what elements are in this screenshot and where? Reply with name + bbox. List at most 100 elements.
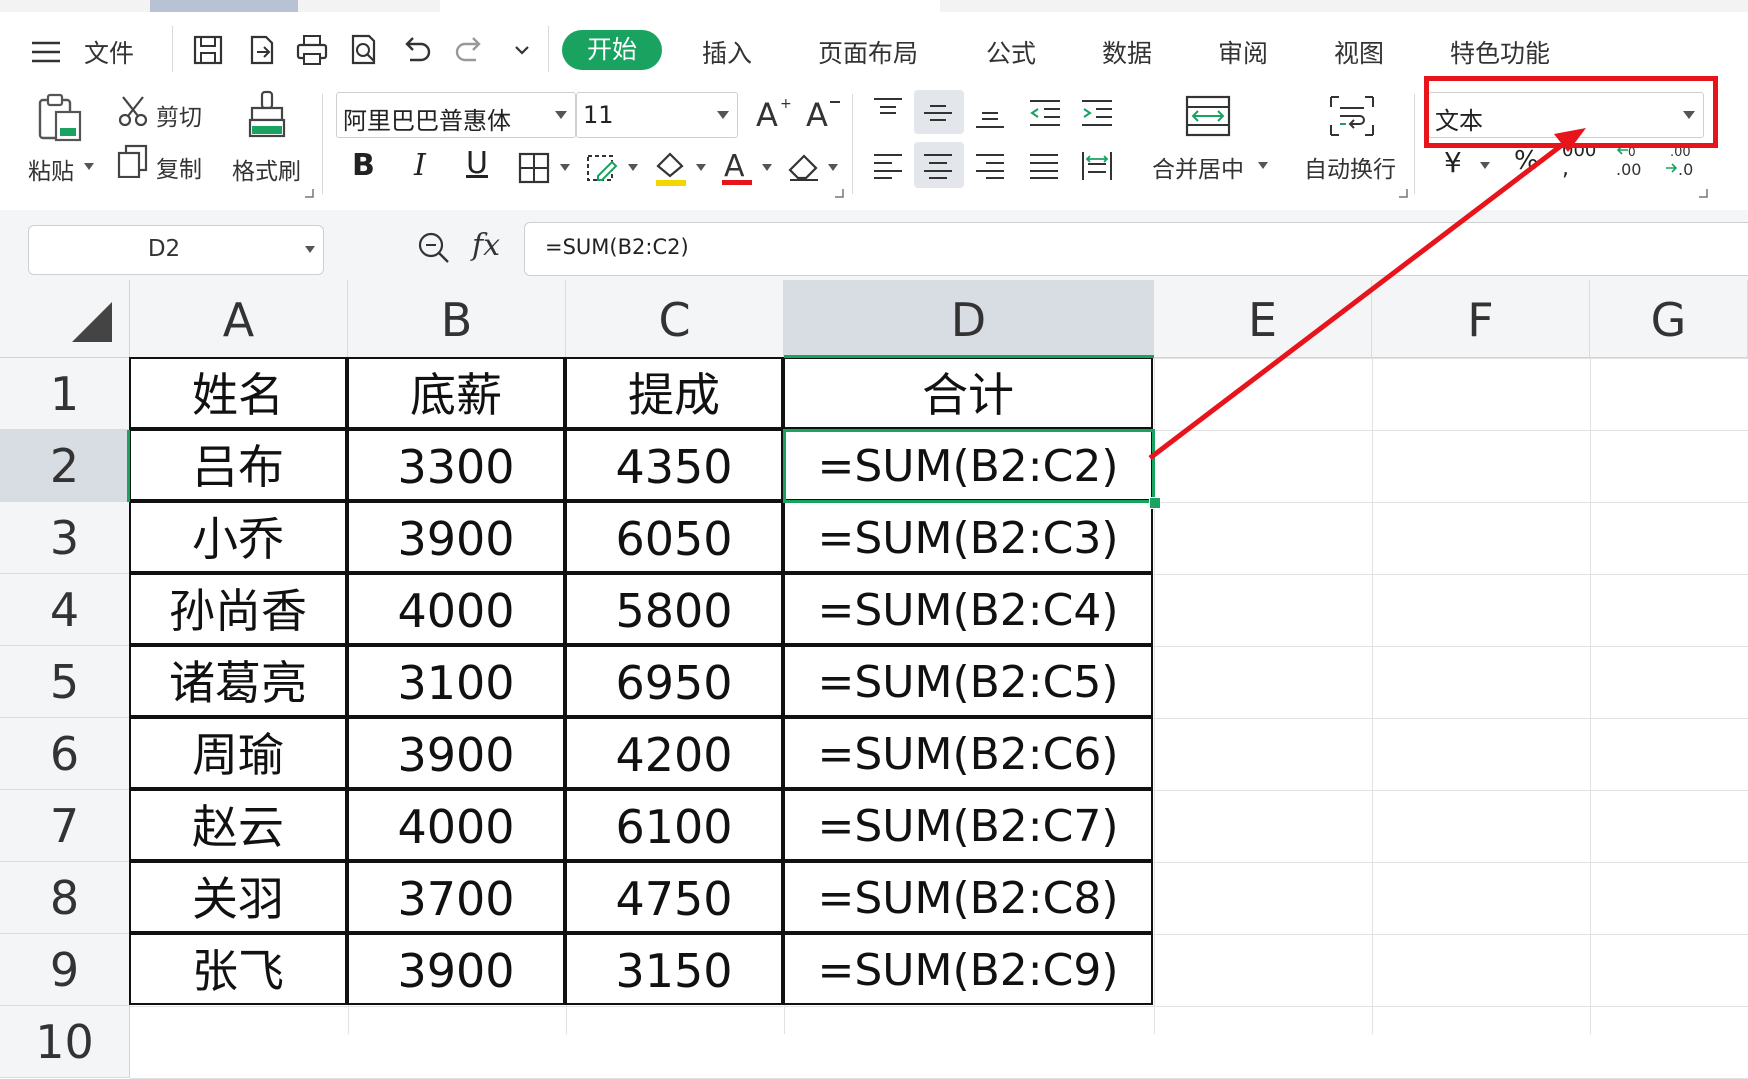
- cell-a3[interactable]: 小乔: [129, 501, 347, 573]
- cell-a2[interactable]: 吕布: [129, 429, 347, 501]
- cell-c2[interactable]: 4350: [565, 429, 783, 501]
- column-header-g[interactable]: G: [1590, 280, 1748, 358]
- cell-c4[interactable]: 5800: [565, 573, 783, 645]
- cell-a5[interactable]: 诸葛亮: [129, 645, 347, 717]
- column-header-b[interactable]: B: [348, 280, 566, 358]
- increase-decimal-icon[interactable]: 0 .00: [1614, 142, 1650, 182]
- row-header-4[interactable]: 4: [0, 574, 130, 646]
- underline-button[interactable]: U: [466, 146, 488, 181]
- cell-c5[interactable]: 6950: [565, 645, 783, 717]
- font-color-dropdown-icon[interactable]: [762, 164, 772, 171]
- decrease-decimal-icon[interactable]: .00 .0: [1664, 142, 1700, 182]
- cell-b7[interactable]: 4000: [347, 789, 565, 861]
- increase-indent-icon[interactable]: [1080, 98, 1114, 128]
- paste-dropdown-icon[interactable]: [84, 163, 94, 170]
- format-painter-button[interactable]: 格式刷: [232, 152, 301, 186]
- paste-button[interactable]: 粘贴: [28, 152, 74, 186]
- cell-a8[interactable]: 关羽: [129, 861, 347, 933]
- align-bottom-icon[interactable]: [974, 100, 1006, 130]
- cell-d4[interactable]: =SUM(B2:C4): [783, 573, 1153, 645]
- row-header-10[interactable]: 10: [0, 1006, 130, 1078]
- row-header-9[interactable]: 9: [0, 934, 130, 1006]
- header-cell-b[interactable]: 底薪: [347, 357, 565, 429]
- cell-b5[interactable]: 3100: [347, 645, 565, 717]
- print-preview-icon[interactable]: [346, 32, 382, 68]
- row-header-3[interactable]: 3: [0, 502, 130, 574]
- font-name-select[interactable]: 阿里巴巴普惠体: [336, 92, 576, 138]
- header-cell-d[interactable]: 合计: [783, 357, 1153, 429]
- fill-color-dropdown-icon[interactable]: [696, 164, 706, 171]
- fill-color-icon[interactable]: [652, 148, 690, 188]
- format-painter-icon[interactable]: [246, 90, 288, 142]
- dialog-launcher-icon[interactable]: [1698, 188, 1708, 198]
- italic-button[interactable]: I: [414, 148, 426, 183]
- currency-dropdown-icon[interactable]: [1480, 162, 1490, 169]
- cell-d9[interactable]: =SUM(B2:C9): [783, 933, 1153, 1005]
- tab-review[interactable]: 审阅: [1218, 34, 1268, 70]
- copy-button[interactable]: 复制: [156, 150, 202, 184]
- copy-icon[interactable]: [116, 144, 150, 178]
- tab-data[interactable]: 数据: [1102, 34, 1152, 70]
- cell-d5[interactable]: =SUM(B2:C5): [783, 645, 1153, 717]
- clear-format-icon[interactable]: [786, 150, 822, 184]
- redo-icon[interactable]: [452, 32, 488, 68]
- cell-d6[interactable]: =SUM(B2:C6): [783, 717, 1153, 789]
- cut-button[interactable]: 剪切: [156, 98, 202, 132]
- distributed-align-icon[interactable]: [1080, 150, 1114, 182]
- cell-a7[interactable]: 赵云: [129, 789, 347, 861]
- cell-d3[interactable]: =SUM(B2:C3): [783, 501, 1153, 573]
- document-tab[interactable]: [150, 0, 298, 12]
- borders-icon[interactable]: [518, 152, 550, 184]
- font-size-select[interactable]: 11: [576, 92, 738, 138]
- cell-c6[interactable]: 4200: [565, 717, 783, 789]
- tab-insert[interactable]: 插入: [702, 34, 752, 70]
- row-header-2[interactable]: 2: [0, 430, 130, 502]
- wrap-text-icon[interactable]: [1328, 94, 1376, 138]
- cell-a9[interactable]: 张飞: [129, 933, 347, 1005]
- hamburger-menu-icon[interactable]: [28, 34, 64, 70]
- align-center-icon[interactable]: [922, 152, 954, 180]
- cell-b2[interactable]: 3300: [347, 429, 565, 501]
- increase-font-size-icon[interactable]: A +: [754, 94, 792, 132]
- decrease-indent-icon[interactable]: [1028, 98, 1062, 128]
- merge-center-icon[interactable]: [1184, 94, 1232, 138]
- file-menu[interactable]: 文件: [84, 34, 134, 70]
- align-left-icon[interactable]: [872, 152, 904, 180]
- currency-format-button[interactable]: ¥: [1444, 146, 1462, 179]
- cell-c8[interactable]: 4750: [565, 861, 783, 933]
- export-pdf-icon[interactable]: [244, 32, 280, 68]
- tab-view[interactable]: 视图: [1334, 34, 1384, 70]
- cell-b6[interactable]: 3900: [347, 717, 565, 789]
- cell-a4[interactable]: 孙尚香: [129, 573, 347, 645]
- insert-function-button[interactable]: fx: [472, 228, 500, 263]
- header-cell-a[interactable]: 姓名: [129, 357, 347, 429]
- formula-input[interactable]: =SUM(B2:C2): [524, 222, 1748, 276]
- name-box[interactable]: D2: [28, 225, 324, 275]
- column-header-a[interactable]: A: [130, 280, 348, 358]
- justify-icon[interactable]: [1028, 152, 1060, 180]
- dialog-launcher-icon[interactable]: [1398, 188, 1408, 198]
- paste-icon[interactable]: [36, 92, 84, 144]
- tab-formulas[interactable]: 公式: [986, 34, 1036, 70]
- column-header-c[interactable]: C: [566, 280, 784, 358]
- align-middle-icon[interactable]: [922, 98, 954, 128]
- dialog-launcher-icon[interactable]: [304, 188, 314, 198]
- cell-d7[interactable]: =SUM(B2:C7): [783, 789, 1153, 861]
- document-tab-active[interactable]: [440, 0, 940, 12]
- row-header-7[interactable]: 7: [0, 790, 130, 862]
- select-all-corner[interactable]: [0, 280, 130, 358]
- cell-a6[interactable]: 周瑜: [129, 717, 347, 789]
- save-icon[interactable]: [190, 32, 226, 68]
- zoom-search-icon[interactable]: [416, 230, 452, 266]
- cell-b8[interactable]: 3700: [347, 861, 565, 933]
- cell-d8[interactable]: =SUM(B2:C8): [783, 861, 1153, 933]
- row-header-1[interactable]: 1: [0, 358, 130, 430]
- cell-c7[interactable]: 6100: [565, 789, 783, 861]
- row-header-8[interactable]: 8: [0, 862, 130, 934]
- undo-icon[interactable]: [398, 32, 434, 68]
- align-top-icon[interactable]: [872, 96, 904, 126]
- fill-pattern-icon[interactable]: [584, 150, 620, 186]
- fill-handle[interactable]: [1149, 497, 1161, 509]
- clear-format-dropdown-icon[interactable]: [828, 164, 838, 171]
- decrease-font-size-icon[interactable]: A: [804, 94, 842, 132]
